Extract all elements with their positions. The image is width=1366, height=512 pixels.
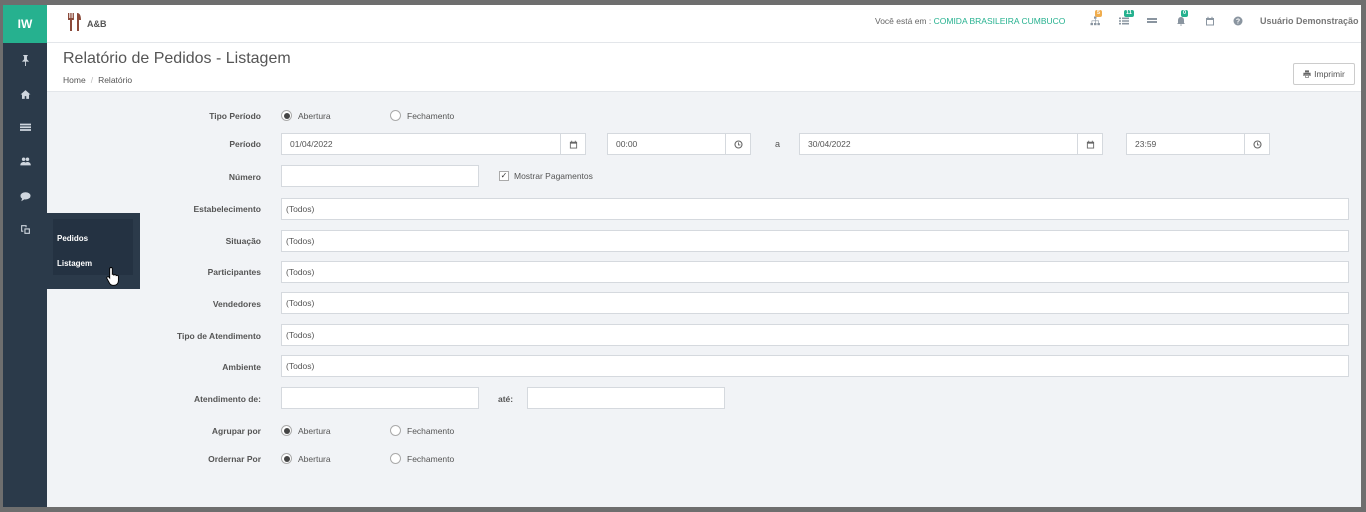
agrupar-fechamento-radio[interactable]: Fechamento	[390, 425, 454, 436]
radio-label: Abertura	[298, 453, 331, 464]
mostrar-pagamentos-checkbox[interactable]: ✓ Mostrar Pagamentos	[499, 171, 593, 181]
pin-icon[interactable]	[3, 52, 47, 68]
app-frame: IW Pedidos Listagem A&B Você está em: C…	[3, 5, 1361, 507]
radio-label: Fechamento	[407, 110, 455, 121]
bell-icon[interactable]: 0	[1176, 10, 1189, 28]
brand-name: A&B	[87, 19, 107, 29]
numero-input[interactable]	[281, 165, 479, 187]
estabelecimento-label: Estabelecimento	[193, 204, 261, 214]
radio-dot[interactable]	[281, 110, 292, 121]
date-to-input[interactable]: 30/04/2022	[799, 133, 1078, 155]
current-establishment: Você está em : COMIDA BRASILEIRA CUMBUCO	[875, 16, 1065, 26]
server-icon[interactable]	[1147, 16, 1159, 28]
radio-dot[interactable]	[390, 425, 401, 436]
atendimento-to-label: até:	[498, 394, 514, 404]
time-to-clock-button[interactable]	[1244, 133, 1270, 155]
users-icon[interactable]	[3, 153, 47, 169]
time-to-input[interactable]: 23:59	[1126, 133, 1245, 155]
ordenar-por-label: Ordernar Por	[208, 454, 261, 464]
atendimento-label: Atendimento de:	[193, 394, 261, 404]
radio-dot[interactable]	[281, 453, 292, 464]
breadcrumb: Home / Relatório	[63, 75, 132, 85]
breadcrumb-current: Relatório	[98, 75, 133, 85]
copy-icon[interactable]	[3, 221, 47, 237]
tipo-periodo-fechamento-radio[interactable]: Fechamento	[390, 110, 454, 121]
tipo-atendimento-label: Tipo de Atendimento	[176, 331, 261, 341]
radio-dot[interactable]	[390, 453, 401, 464]
estabelecimento-select[interactable]: (Todos)	[281, 198, 1349, 220]
hand-cursor-icon	[106, 267, 119, 286]
radio-label: Abertura	[298, 425, 331, 436]
print-icon	[1303, 70, 1311, 78]
date-from-input[interactable]: 01/04/2022	[281, 133, 561, 155]
sitemap-icon[interactable]: 5	[1090, 10, 1103, 28]
establishment-link[interactable]: COMIDA BRASILEIRA CUMBUCO	[934, 16, 1066, 26]
calendar-icon[interactable]	[1205, 16, 1217, 28]
date-to-calendar-button[interactable]	[1077, 133, 1103, 155]
list-badge: 11	[1124, 10, 1134, 17]
page-header: Relatório de Pedidos - Listagem Home / Rel…	[47, 43, 1361, 92]
radio-dot[interactable]	[390, 110, 401, 121]
clock-icon	[733, 139, 743, 149]
atendimento-from-input[interactable]	[281, 387, 479, 409]
atendimento-to-input[interactable]	[527, 387, 725, 409]
home-icon[interactable]	[3, 86, 47, 102]
tipo-periodo-label: Tipo Período	[209, 111, 261, 121]
print-label: Imprimir	[1314, 69, 1345, 79]
page-title: Relatório de Pedidos - Listagem	[63, 50, 291, 67]
numero-label: Número	[228, 172, 261, 182]
situacao-label: Situação	[225, 236, 261, 246]
user-menu[interactable]: Usuário Demonstração	[1260, 16, 1359, 26]
tipo-atendimento-select[interactable]: (Todos)	[281, 324, 1349, 346]
comment-icon[interactable]	[3, 188, 47, 204]
breadcrumb-separator: /	[90, 75, 94, 85]
breadcrumb-home[interactable]: Home	[63, 75, 86, 85]
location-prefix: Você está em :	[875, 16, 932, 26]
print-button[interactable]: Imprimir	[1293, 63, 1355, 85]
top-bar: A&B Você está em : COMIDA BRASILEIRA CUM…	[47, 5, 1361, 43]
sitemap-badge: 5	[1095, 10, 1103, 17]
participantes-label: Participantes	[207, 267, 261, 277]
tipo-periodo-abertura-radio[interactable]: Abertura	[281, 110, 331, 121]
ordenar-fechamento-radio[interactable]: Fechamento	[390, 453, 454, 464]
checkbox-box[interactable]: ✓	[499, 171, 509, 181]
time-from-clock-button[interactable]	[725, 133, 751, 155]
table-icon[interactable]	[3, 119, 47, 135]
list-icon[interactable]: 11	[1119, 10, 1134, 28]
checkbox-label: Mostrar Pagamentos	[514, 171, 593, 181]
help-icon[interactable]: ?	[1233, 16, 1245, 28]
ambiente-select[interactable]: (Todos)	[281, 355, 1349, 377]
period-separator: a	[775, 139, 781, 149]
restaurant-icon	[68, 13, 81, 31]
calendar-icon	[1086, 140, 1094, 149]
clock-icon	[1252, 139, 1262, 149]
radio-label: Fechamento	[407, 453, 455, 464]
vendedores-label: Vendedores	[212, 299, 261, 309]
agrupar-por-label: Agrupar por	[211, 426, 261, 436]
date-from-calendar-button[interactable]	[560, 133, 586, 155]
calendar-icon	[569, 140, 577, 149]
radio-label: Abertura	[298, 110, 331, 121]
app-logo[interactable]: IW	[3, 5, 47, 43]
agrupar-abertura-radio[interactable]: Abertura	[281, 425, 331, 436]
radio-label: Fechamento	[407, 425, 455, 436]
bell-badge: 0	[1181, 10, 1189, 17]
time-from-input[interactable]: 00:00	[607, 133, 726, 155]
sidebar-flyout-menu: Pedidos Listagem	[47, 213, 140, 289]
situacao-select[interactable]: (Todos)	[281, 230, 1349, 252]
svg-text:?: ?	[1236, 18, 1240, 25]
vendedores-select[interactable]: (Todos)	[281, 292, 1349, 314]
radio-dot[interactable]	[281, 425, 292, 436]
ambiente-label: Ambiente	[222, 362, 261, 372]
periodo-label: Período	[229, 139, 261, 149]
participantes-select[interactable]: (Todos)	[281, 261, 1349, 283]
ordenar-abertura-radio[interactable]: Abertura	[281, 453, 331, 464]
brand[interactable]: A&B	[67, 13, 107, 31]
